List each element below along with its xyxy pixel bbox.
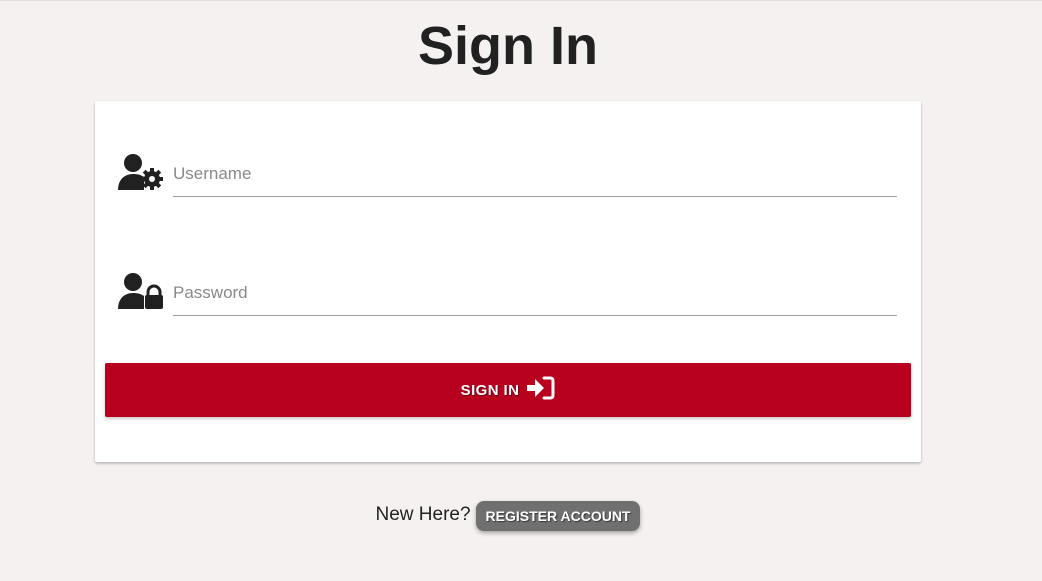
sign-in-button[interactable]: Sign In (105, 363, 911, 417)
password-input[interactable] (173, 270, 897, 316)
user-lock-icon (118, 273, 163, 309)
username-input[interactable] (173, 151, 897, 197)
username-field-group (117, 151, 897, 201)
sign-in-icon (527, 376, 555, 400)
register-prompt-row: New Here? Register Account (0, 499, 1016, 531)
user-cog-icon (118, 154, 163, 190)
sign-in-button-label: Sign In (460, 381, 520, 399)
password-field-group (117, 270, 897, 320)
new-here-text: New Here? (375, 504, 471, 525)
sign-in-card: Sign In (95, 101, 921, 462)
page-title: Sign In (418, 16, 598, 76)
register-account-button[interactable]: Register Account (475, 501, 641, 531)
